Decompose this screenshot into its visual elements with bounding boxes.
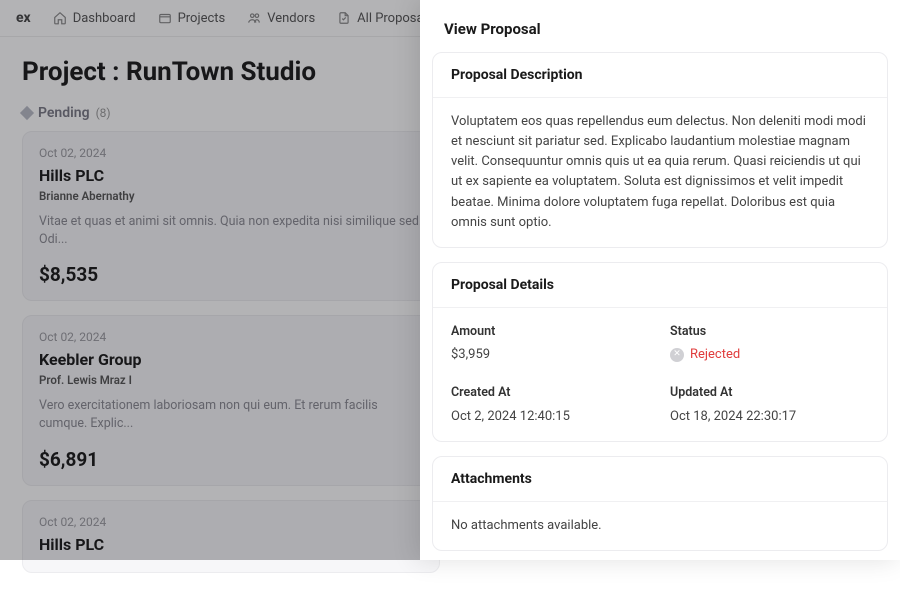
field-value: $3,959 — [451, 345, 650, 365]
field-amount: Amount $3,959 — [451, 322, 650, 366]
status-text: Rejected — [690, 345, 740, 365]
field-created-at: Created At Oct 2, 2024 12:40:15 — [451, 383, 650, 427]
field-value: Oct 18, 2024 22:30:17 — [670, 407, 869, 427]
section-details: Proposal Details Amount $3,959 Status ✕ … — [432, 262, 888, 442]
field-label: Updated At — [670, 383, 869, 402]
section-description: Proposal Description Voluptatem eos quas… — [432, 52, 888, 248]
attachments-empty: No attachments available. — [433, 502, 887, 550]
field-label: Amount — [451, 322, 650, 341]
section-title: Attachments — [433, 457, 887, 502]
field-status: Status ✕ Rejected — [670, 322, 869, 366]
description-text: Voluptatem eos quas repellendus eum dele… — [433, 98, 887, 247]
field-label: Created At — [451, 383, 650, 402]
field-label: Status — [670, 322, 869, 341]
section-attachments: Attachments No attachments available. — [432, 456, 888, 551]
section-title: Proposal Description — [433, 53, 887, 98]
section-title: Proposal Details — [433, 263, 887, 308]
field-updated-at: Updated At Oct 18, 2024 22:30:17 — [670, 383, 869, 427]
x-circle-icon: ✕ — [670, 348, 684, 362]
drawer-title: View Proposal — [420, 0, 900, 52]
proposal-drawer: View Proposal Proposal Description Volup… — [420, 0, 900, 560]
field-value: Oct 2, 2024 12:40:15 — [451, 407, 650, 427]
status-badge: ✕ Rejected — [670, 345, 869, 365]
